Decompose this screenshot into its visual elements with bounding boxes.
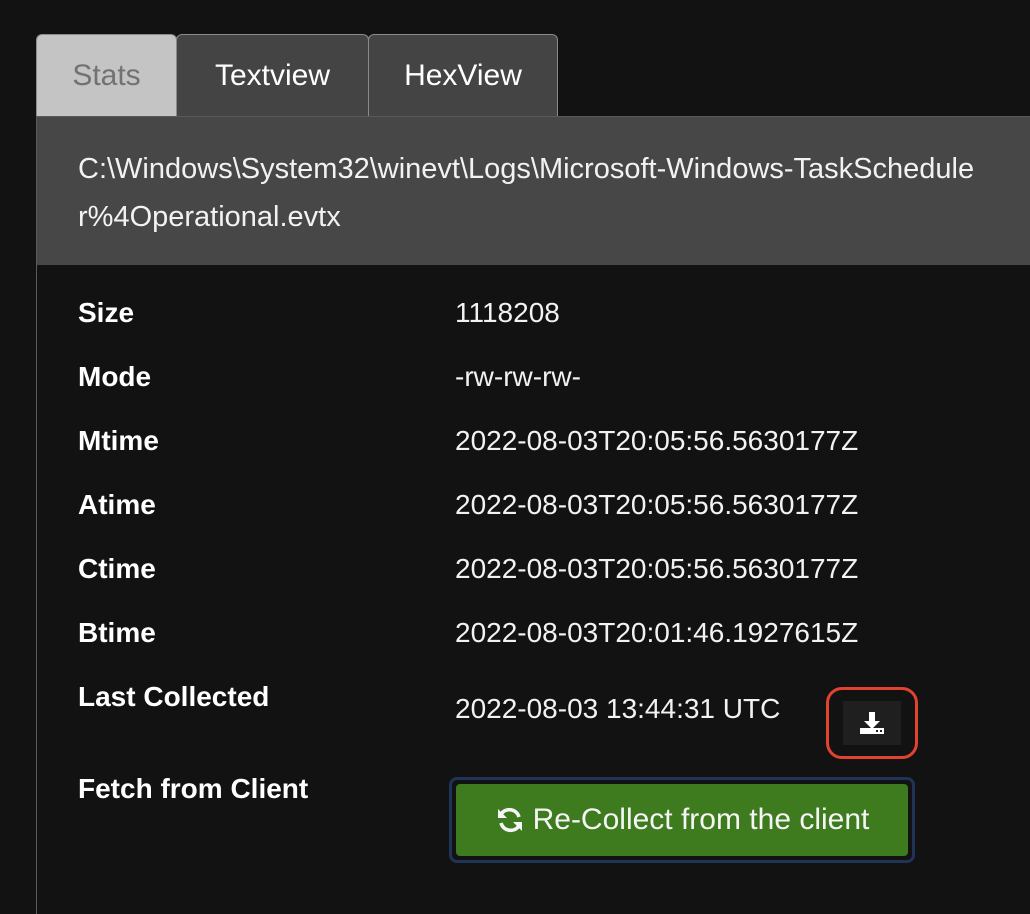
- btime-value: 2022-08-03T20:01:46.1927615Z: [455, 617, 859, 648]
- refresh-icon: [497, 807, 522, 833]
- ctime-label: Ctime: [78, 553, 156, 584]
- recollect-focus-ring: Re-Collect from the client: [449, 777, 915, 863]
- atime-value: 2022-08-03T20:05:56.5630177Z: [455, 489, 859, 520]
- mode-value: -rw-rw-rw-: [455, 361, 581, 392]
- size-value: 1118208: [455, 297, 560, 328]
- file-path: C:\Windows\System32\winevt\Logs\Microsof…: [37, 117, 1030, 265]
- btime-label: Btime: [78, 617, 156, 648]
- recollect-button[interactable]: Re-Collect from the client: [456, 784, 908, 856]
- mtime-value: 2022-08-03T20:05:56.5630177Z: [455, 425, 859, 456]
- tab-bar: Stats Textview HexView: [36, 34, 558, 117]
- last-collected-value: 2022-08-03 13:44:31 UTC: [455, 693, 781, 724]
- recollect-label: Re-Collect from the client: [532, 803, 870, 836]
- tab-hexview[interactable]: HexView: [368, 34, 558, 117]
- fetch-label: Fetch from Client: [78, 773, 309, 804]
- ctime-value: 2022-08-03T20:05:56.5630177Z: [455, 553, 859, 584]
- mtime-label: Mtime: [78, 425, 159, 456]
- tab-stats[interactable]: Stats: [36, 34, 177, 117]
- last-collected-label: Last Collected: [78, 681, 270, 712]
- tab-textview[interactable]: Textview: [176, 34, 369, 117]
- size-label: Size: [78, 297, 135, 328]
- download-icon: [860, 712, 884, 734]
- stats-panel: C:\Windows\System32\winevt\Logs\Microsof…: [36, 116, 1030, 914]
- download-highlight: [826, 687, 918, 759]
- atime-label: Atime: [78, 489, 156, 520]
- mode-label: Mode: [78, 361, 152, 392]
- download-button[interactable]: [843, 701, 901, 745]
